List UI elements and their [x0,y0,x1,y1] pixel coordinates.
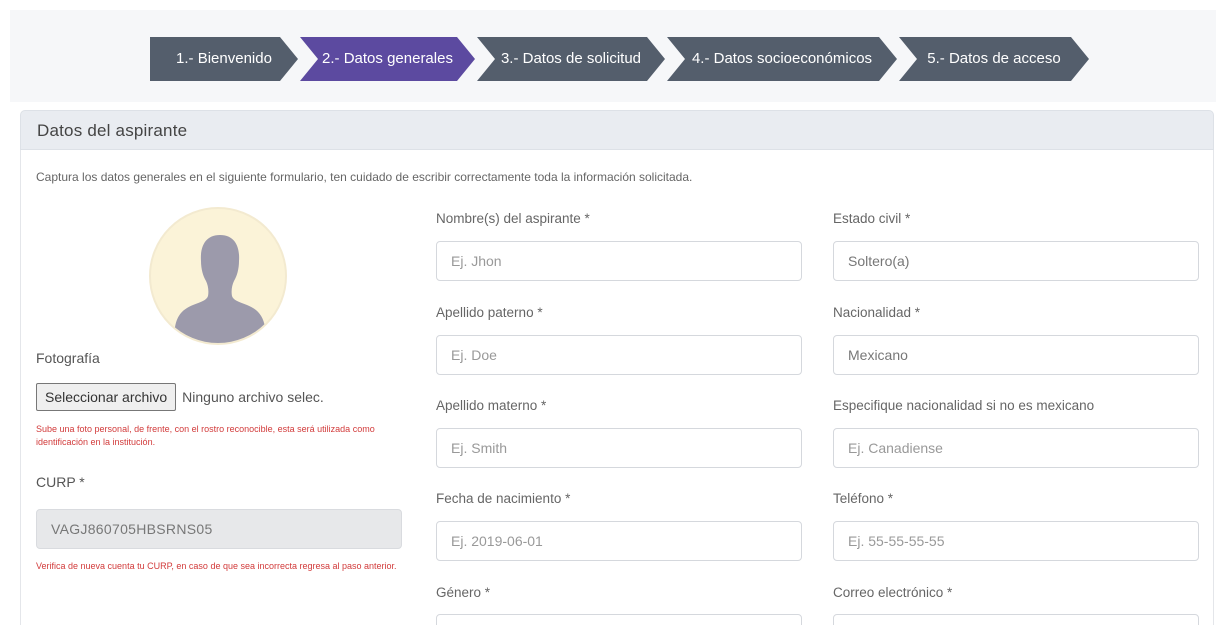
correo-label: Correo electrónico * [833,585,953,600]
user-silhouette-icon [173,235,267,343]
step-bienvenido[interactable]: 1.- Bienvenido [150,37,298,81]
apellido-materno-field[interactable]: Ej. Smith [436,428,802,468]
avatar-placeholder [149,207,287,345]
panel-header: Datos del aspirante [20,110,1214,150]
telefono-label: Teléfono * [833,491,894,506]
nombre-label: Nombre(s) del aspirante * [436,211,590,226]
especifique-nacionalidad-label: Especifique nacionalidad si no es mexica… [833,398,1095,413]
intro-text: Captura los datos generales en el siguie… [36,170,693,184]
genero-select[interactable] [436,614,802,625]
estado-civil-label: Estado civil * [833,211,911,226]
curp-label: CURP * [36,474,85,490]
curp-hint: Verifica de nueva cuenta tu CURP, en cas… [36,561,397,571]
nacionalidad-label: Nacionalidad * [833,305,921,320]
nombre-field[interactable]: Ej. Jhon [436,241,802,281]
step-datos-socioeconomicos[interactable]: 4.- Datos socioeconómicos [667,37,897,81]
genero-label: Género * [436,585,491,600]
estado-civil-select[interactable]: Soltero(a) [833,241,1199,281]
especifique-nacionalidad-field[interactable]: Ej. Canadiense [833,428,1199,468]
correo-field[interactable] [833,614,1199,625]
photo-file-picker: Seleccionar archivo Ninguno archivo sele… [36,382,324,412]
fecha-nacimiento-field[interactable]: Ej. 2019-06-01 [436,521,802,561]
file-status: Ninguno archivo selec. [182,389,324,405]
step-datos-solicitud[interactable]: 3.- Datos de solicitud [477,37,665,81]
apellido-materno-label: Apellido materno * [436,398,547,413]
fecha-nacimiento-label: Fecha de nacimiento * [436,491,571,506]
step-datos-generales[interactable]: 2.- Datos generales [300,37,475,81]
curp-field: VAGJ860705HBSRNS05 [36,509,402,549]
apellido-paterno-field[interactable]: Ej. Doe [436,335,802,375]
nacionalidad-select[interactable]: Mexicano [833,335,1199,375]
select-file-button[interactable]: Seleccionar archivo [36,383,177,411]
apellido-paterno-label: Apellido paterno * [436,305,543,320]
photo-label: Fotografía [36,350,100,366]
telefono-field[interactable]: Ej. 55-55-55-55 [833,521,1199,561]
step-datos-acceso[interactable]: 5.- Datos de acceso [899,37,1089,81]
panel-title: Datos del aspirante [37,121,188,140]
photo-hint: Sube una foto personal, de frente, con e… [36,424,375,447]
